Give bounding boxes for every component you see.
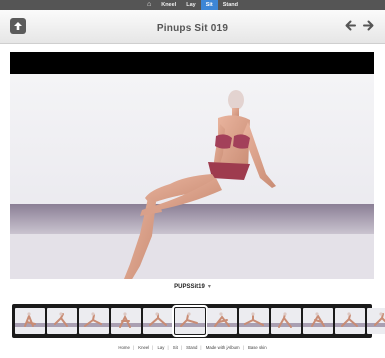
- nav-tab-lay[interactable]: Lay: [181, 0, 200, 10]
- arrow-left-icon[interactable]: [344, 19, 357, 32]
- arrow-up-icon[interactable]: [10, 18, 26, 34]
- main-image-viewer[interactable]: [10, 52, 374, 279]
- thumbnail-item[interactable]: [207, 308, 237, 334]
- footer-separator: |: [152, 345, 154, 350]
- thumbnail-item[interactable]: [239, 308, 269, 334]
- thumbnail-strip[interactable]: [12, 304, 385, 338]
- thumbnail-item[interactable]: [367, 308, 385, 334]
- header-bar: Pinups Sit 019: [0, 10, 385, 44]
- nav-tab-sit[interactable]: Sit: [200, 0, 218, 10]
- top-navigation: ⌂ Kneel Lay Sit Stand: [0, 0, 385, 10]
- footer-separator: |: [180, 345, 182, 350]
- thumbnail-item[interactable]: [47, 308, 77, 334]
- thumbnail-item[interactable]: [335, 308, 365, 334]
- footer-link-home[interactable]: Home: [118, 345, 129, 350]
- main-photo[interactable]: [10, 74, 374, 279]
- thumbnail-item[interactable]: [172, 305, 208, 337]
- thumbnail-item[interactable]: [143, 308, 173, 334]
- footer-separator: |: [167, 345, 169, 350]
- nav-tab-kneel[interactable]: Kneel: [156, 0, 181, 10]
- chevron-down-icon[interactable]: ▾: [208, 284, 211, 290]
- thumbnail-item[interactable]: [303, 308, 333, 334]
- page: ⌂ Kneel Lay Sit Stand Pinups Sit 019 PUP…: [0, 0, 385, 358]
- nav-tab-stand[interactable]: Stand: [218, 0, 243, 10]
- image-title: PUPSSit19: [174, 284, 205, 290]
- footer-link-jalbum[interactable]: Made with jAlbum: [206, 345, 240, 350]
- arrow-right-icon[interactable]: [362, 19, 375, 32]
- footer-separator: |: [132, 345, 134, 350]
- page-title: Pinups Sit 019: [156, 23, 229, 34]
- thumbnail-item[interactable]: [271, 308, 301, 334]
- home-icon[interactable]: ⌂: [142, 0, 156, 10]
- thumbnail-item[interactable]: [15, 308, 45, 334]
- thumbnail-item[interactable]: [111, 308, 141, 334]
- image-caption: PUPSSit19 ▾: [0, 283, 385, 290]
- footer-separator: |: [200, 345, 202, 350]
- thumbnail-item[interactable]: [79, 308, 109, 334]
- footer-link-kneel[interactable]: Kneel: [138, 345, 149, 350]
- footer-link-skin[interactable]: Base skin: [248, 345, 267, 350]
- footer-separator: |: [242, 345, 244, 350]
- footer-link-stand[interactable]: Stand: [186, 345, 197, 350]
- footer-link-lay[interactable]: Lay: [158, 345, 165, 350]
- footer-link-sit[interactable]: Sit: [173, 345, 178, 350]
- footer: Home | Kneel | Lay | Sit | Stand | Made with …: [0, 345, 385, 350]
